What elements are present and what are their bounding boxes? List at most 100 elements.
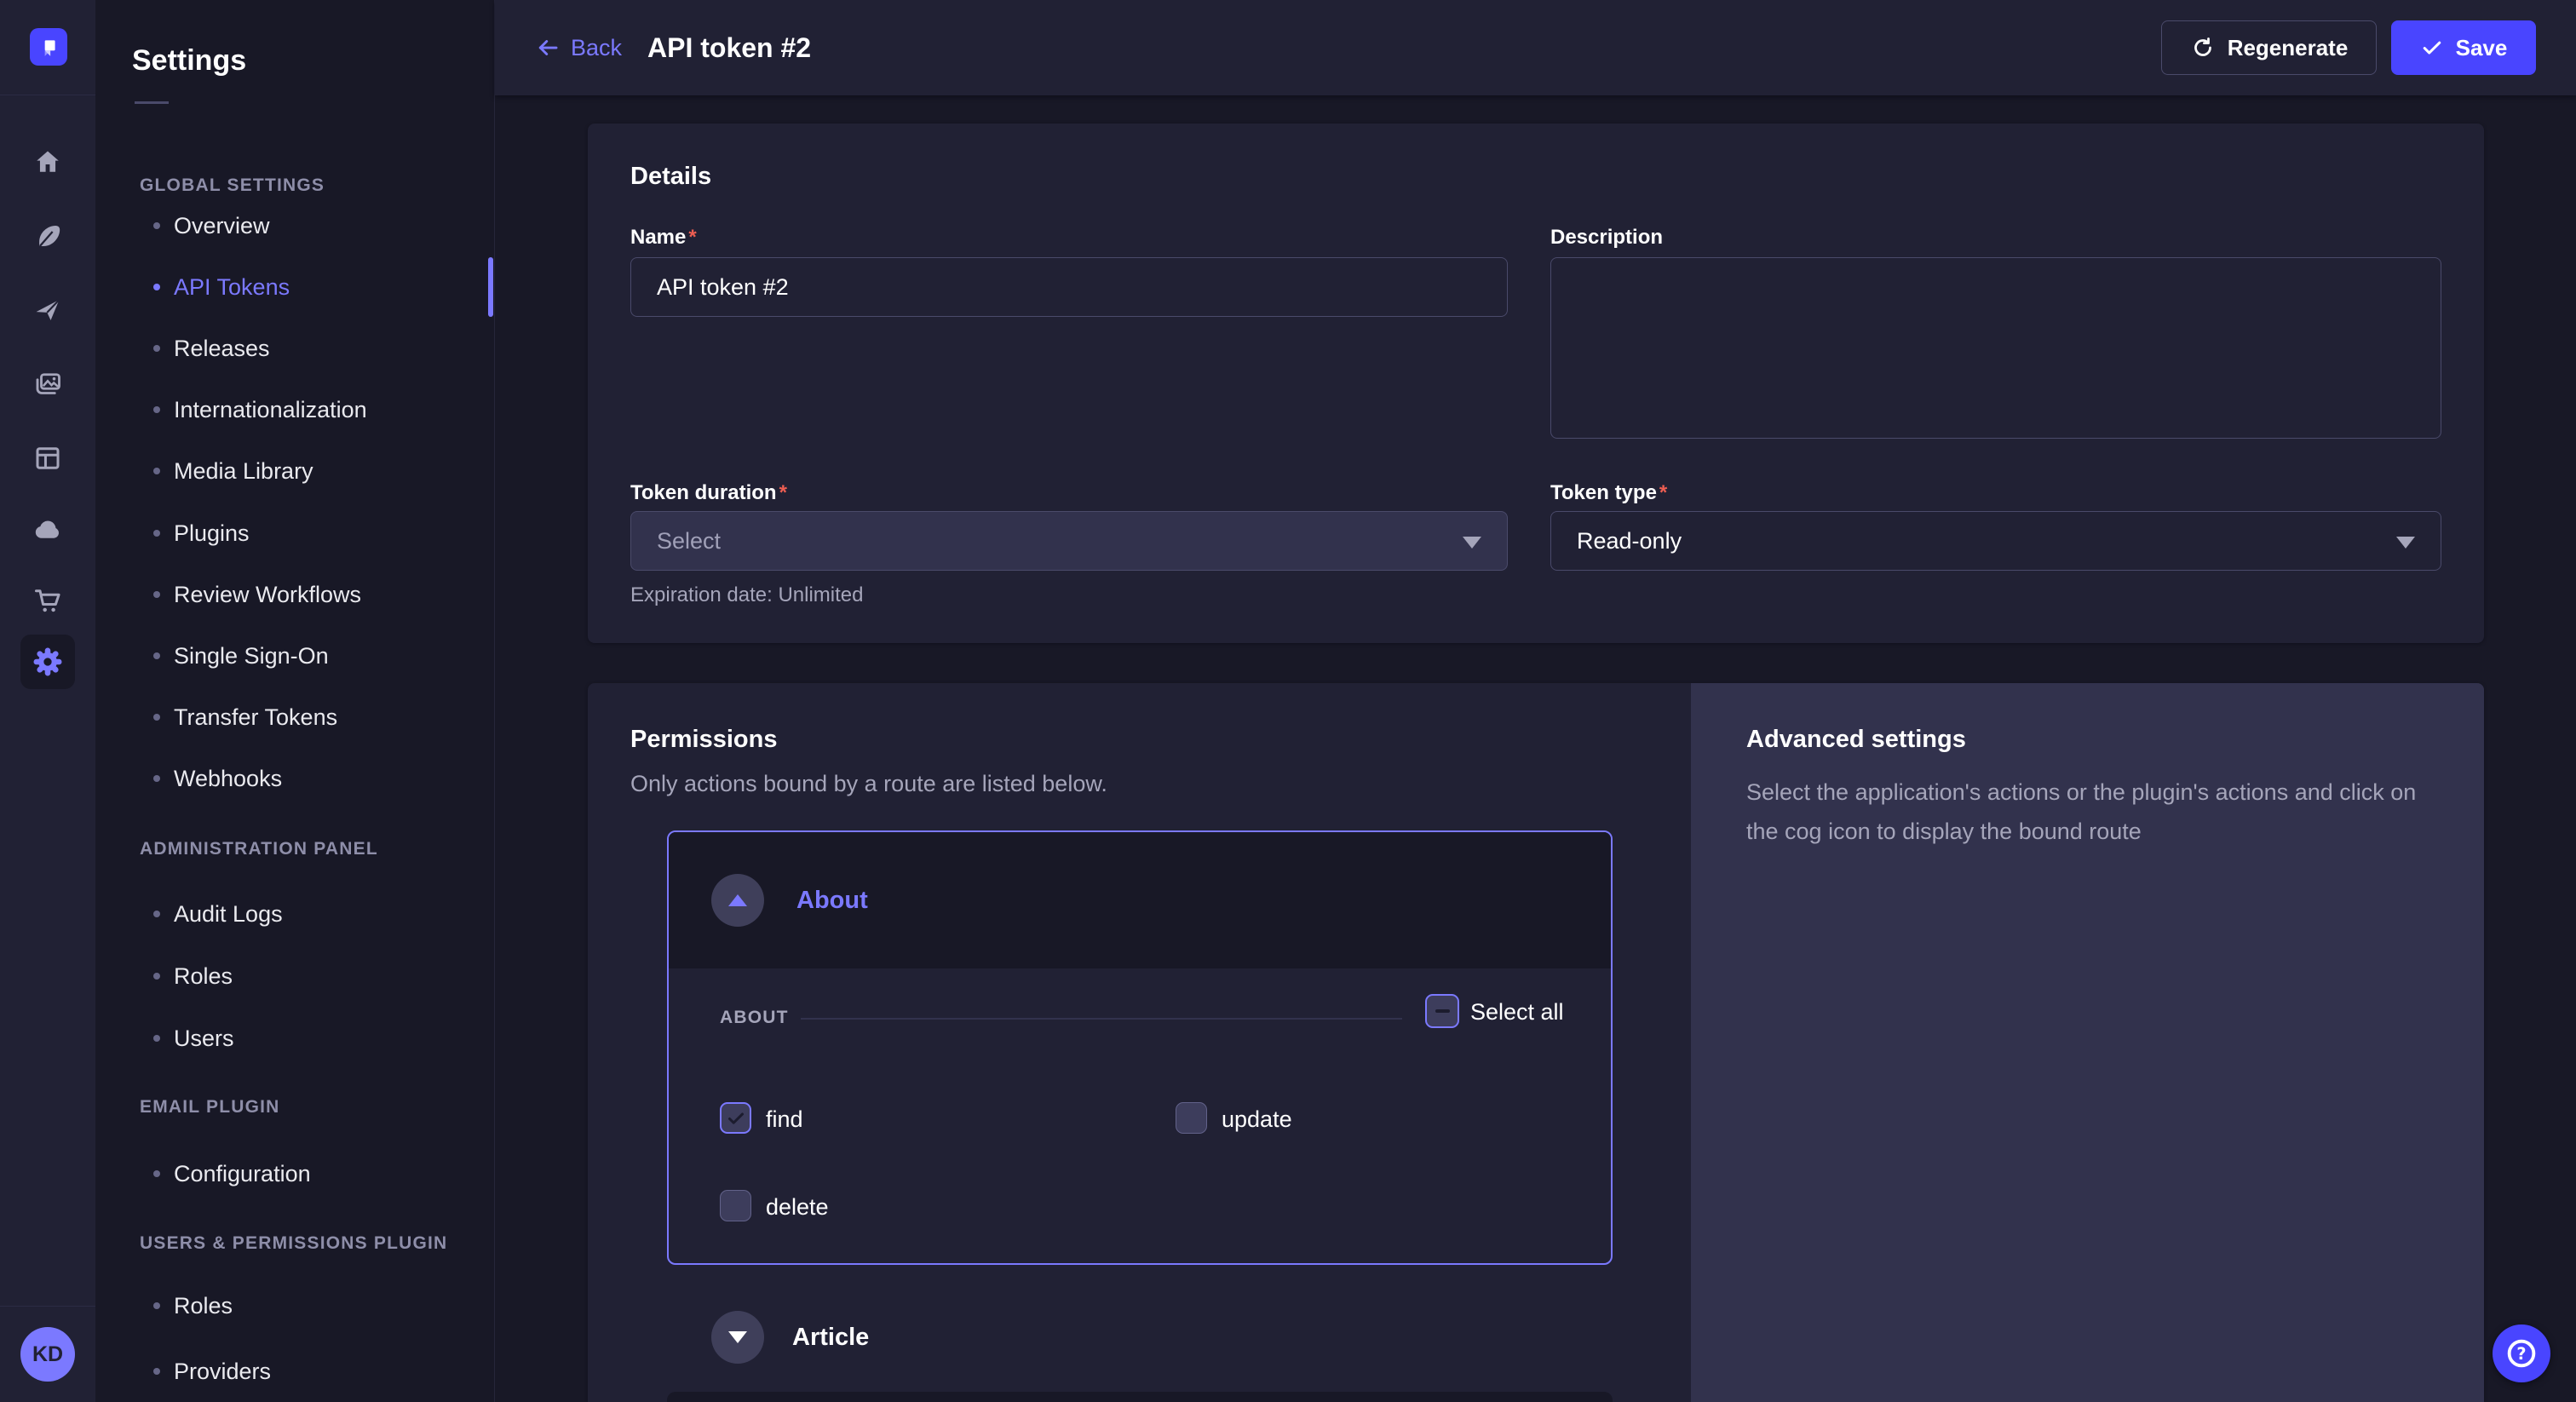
find-checkbox[interactable] xyxy=(720,1102,751,1134)
select-all-checkbox[interactable] xyxy=(1425,994,1459,1028)
sidebar-item-providers[interactable]: Providers xyxy=(95,1341,489,1402)
about-accordion-title: About xyxy=(796,832,868,968)
save-button[interactable]: Save xyxy=(2391,20,2536,75)
find-label: find xyxy=(766,1106,803,1133)
sidebar-item-review-workflows[interactable]: Review Workflows xyxy=(95,564,489,625)
sidebar-item-label: API Tokens xyxy=(174,274,290,301)
media-library-icon[interactable] xyxy=(0,357,95,411)
token-type-select[interactable]: Read-only xyxy=(1550,511,2441,571)
bullet-icon xyxy=(153,591,160,598)
content-type-builder-icon[interactable] xyxy=(0,209,95,263)
section-divider xyxy=(801,1018,1402,1020)
sidebar-item-label: Overview xyxy=(174,213,270,239)
svg-text:?: ? xyxy=(2516,1344,2526,1364)
required-mark: * xyxy=(779,481,787,504)
permissions-title: Permissions xyxy=(630,726,777,754)
update-label: update xyxy=(1222,1106,1292,1133)
token-type-value: Read-only xyxy=(1577,528,1682,554)
sidebar-item-api-tokens[interactable]: API Tokens xyxy=(95,256,489,318)
app-screen: KD Settings GLOBAL SETTINGSOverviewAPI T… xyxy=(0,0,2576,1402)
deploy-icon[interactable] xyxy=(0,283,95,337)
bullet-icon xyxy=(153,775,160,782)
sidebar-item-media-library[interactable]: Media Library xyxy=(95,440,489,502)
bullet-icon xyxy=(153,284,160,290)
chevron-down-icon xyxy=(728,1331,747,1343)
about-accordion-header[interactable]: About xyxy=(669,832,1611,968)
update-checkbox[interactable] xyxy=(1176,1102,1207,1134)
marketplace-icon[interactable] xyxy=(0,573,95,628)
sidebar-item-users[interactable]: Users xyxy=(95,1008,489,1069)
cloud-icon[interactable] xyxy=(0,503,95,557)
sidebar-item-label: Single Sign-On xyxy=(174,643,329,669)
bullet-icon xyxy=(153,406,160,413)
help-button[interactable]: ? xyxy=(2493,1324,2550,1382)
sidebar-item-webhooks[interactable]: Webhooks xyxy=(95,748,489,809)
back-link[interactable]: Back xyxy=(535,0,622,95)
sidebar-item-plugins[interactable]: Plugins xyxy=(95,503,489,564)
check-mark xyxy=(726,1108,746,1129)
advanced-settings-title: Advanced settings xyxy=(1746,726,1966,754)
token-type-label: Token type* xyxy=(1550,481,1667,505)
required-mark: * xyxy=(688,226,696,249)
sidebar-item-audit-logs[interactable]: Audit Logs xyxy=(95,883,489,945)
question-mark-icon: ? xyxy=(2504,1336,2539,1371)
sidebar-active-indicator xyxy=(488,257,493,317)
bullet-icon xyxy=(153,1035,160,1042)
advanced-settings-description: Select the application's actions or the … xyxy=(1746,773,2419,851)
collapse-toggle-button[interactable] xyxy=(711,874,764,927)
settings-icon-active[interactable] xyxy=(20,635,75,689)
header-actions: Regenerate Save xyxy=(2161,20,2536,75)
bullet-icon xyxy=(153,530,160,537)
sidebar-section-header: EMAIL PLUGIN xyxy=(140,1097,463,1118)
token-duration-label: Token duration* xyxy=(630,481,787,505)
bullet-icon xyxy=(153,1302,160,1309)
sidebar-item-roles[interactable]: Roles xyxy=(95,1275,489,1336)
sidebar-item-overview[interactable]: Overview xyxy=(95,195,489,256)
token-duration-select[interactable]: Select xyxy=(630,511,1508,571)
sidebar-item-configuration[interactable]: Configuration xyxy=(95,1143,489,1204)
avatar-initials: KD xyxy=(32,1342,63,1367)
next-accordion-peek[interactable] xyxy=(667,1392,1613,1402)
delete-checkbox[interactable] xyxy=(720,1190,751,1221)
sidebar-section-header: ADMINISTRATION PANEL xyxy=(140,839,463,859)
token-duration-placeholder: Select xyxy=(657,528,721,554)
strapi-logo[interactable] xyxy=(30,28,67,66)
sidebar-item-label: Review Workflows xyxy=(174,582,361,608)
sidebar-item-roles[interactable]: Roles xyxy=(95,945,489,1007)
sidebar-title-divider xyxy=(135,101,169,104)
avatar[interactable]: KD xyxy=(20,1327,75,1382)
sidebar-item-transfer-tokens[interactable]: Transfer Tokens xyxy=(95,687,489,748)
sidebar-item-releases[interactable]: Releases xyxy=(95,318,489,379)
sidebar-item-label: Providers xyxy=(174,1359,271,1385)
name-input[interactable] xyxy=(630,257,1508,317)
sidebar-item-single-sign-on[interactable]: Single Sign-On xyxy=(95,625,489,687)
bullet-icon xyxy=(153,468,160,474)
bullet-icon xyxy=(153,345,160,352)
select-all-label: Select all xyxy=(1470,999,1564,1026)
permissions-subtitle: Only actions bound by a route are listed… xyxy=(630,771,1107,797)
page-header: Back API token #2 Regenerate Save xyxy=(495,0,2576,95)
settings-sidebar: Settings GLOBAL SETTINGSOverviewAPI Toke… xyxy=(95,0,495,1402)
check-icon xyxy=(2420,36,2444,60)
sidebar-item-label: Roles xyxy=(174,1293,233,1319)
bullet-icon xyxy=(153,652,160,659)
regenerate-button[interactable]: Regenerate xyxy=(2161,20,2377,75)
sidebar-item-label: Users xyxy=(174,1026,234,1052)
home-icon[interactable] xyxy=(0,135,95,189)
article-expand-button[interactable] xyxy=(711,1311,764,1364)
bullet-icon xyxy=(153,973,160,980)
rail-bottom-divider xyxy=(0,1306,95,1307)
description-textarea[interactable] xyxy=(1550,257,2441,439)
content-manager-icon[interactable] xyxy=(0,431,95,486)
arrow-left-icon xyxy=(535,35,561,60)
sidebar-item-internationalization[interactable]: Internationalization xyxy=(95,379,489,440)
strapi-logo-glyph xyxy=(37,36,60,58)
bullet-icon xyxy=(153,222,160,229)
description-label: Description xyxy=(1550,226,1663,250)
chevron-up-icon xyxy=(728,894,747,906)
article-accordion-title[interactable]: Article xyxy=(792,1324,869,1352)
sidebar-title: Settings xyxy=(132,44,246,78)
sidebar-item-label: Transfer Tokens xyxy=(174,704,337,731)
sidebar-item-label: Configuration xyxy=(174,1161,311,1187)
about-section-row: ABOUT Select all xyxy=(669,968,1611,1071)
